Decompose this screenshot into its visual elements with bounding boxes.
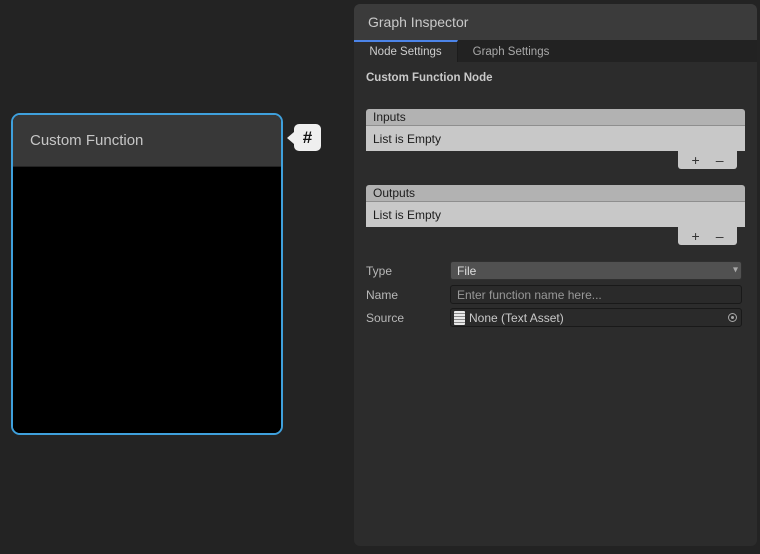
name-row: Name [366,285,745,304]
outputs-list: Outputs List is Empty + – [366,185,745,245]
source-object-value: None (Text Asset) [469,311,564,325]
function-name-input[interactable] [450,285,742,304]
graph-inspector-panel: Graph Inspector Node Settings Graph Sett… [354,4,757,546]
list-empty-text: List is Empty [373,208,441,222]
name-label: Name [366,288,450,302]
text-asset-icon [454,311,465,325]
node-settings-heading: Custom Function Node [366,72,493,84]
source-object-field[interactable]: None (Text Asset) [450,308,742,327]
outputs-list-header: Outputs [366,185,745,202]
panel-header[interactable]: Graph Inspector [354,4,757,40]
inputs-list-empty-row: List is Empty [366,126,745,151]
custom-function-node[interactable]: Custom Function [11,113,283,435]
inputs-list: Inputs List is Empty + – [366,109,745,169]
inputs-list-title: Inputs [373,110,406,124]
picker-ring [728,313,737,322]
tab-bar: Node Settings Graph Settings [354,40,757,62]
tab-label: Node Settings [369,46,441,58]
list-empty-text: List is Empty [373,132,441,146]
type-dropdown[interactable]: File ▾ [450,261,742,280]
type-dropdown-value: File [457,264,476,278]
object-picker-icon[interactable] [723,309,741,326]
outputs-list-footer: + – [678,227,737,245]
remove-input-button[interactable]: – [716,153,724,167]
tab-label: Graph Settings [473,46,550,58]
outputs-list-empty-row: List is Empty [366,202,745,227]
remove-output-button[interactable]: – [716,229,724,243]
panel-title: Graph Inspector [368,14,468,30]
tab-graph-settings[interactable]: Graph Settings [458,40,564,62]
inputs-list-header: Inputs [366,109,745,126]
source-label: Source [366,311,450,325]
add-output-button[interactable]: + [692,229,700,243]
hash-icon: # [303,128,312,148]
add-input-button[interactable]: + [692,153,700,167]
tab-node-settings[interactable]: Node Settings [354,40,458,62]
type-row: Type File ▾ [366,261,745,280]
node-hash-badge[interactable]: # [294,124,321,151]
node-title: Custom Function [30,132,143,149]
node-titlebar[interactable]: Custom Function [13,115,281,167]
inputs-list-footer: + – [678,151,737,169]
badge-tail [287,132,294,144]
node-preview-body[interactable] [13,167,281,433]
source-row: Source None (Text Asset) [366,308,745,327]
picker-dot [731,316,734,319]
outputs-list-title: Outputs [373,186,415,200]
type-label: Type [366,264,450,278]
chevron-down-icon: ▾ [733,264,738,275]
